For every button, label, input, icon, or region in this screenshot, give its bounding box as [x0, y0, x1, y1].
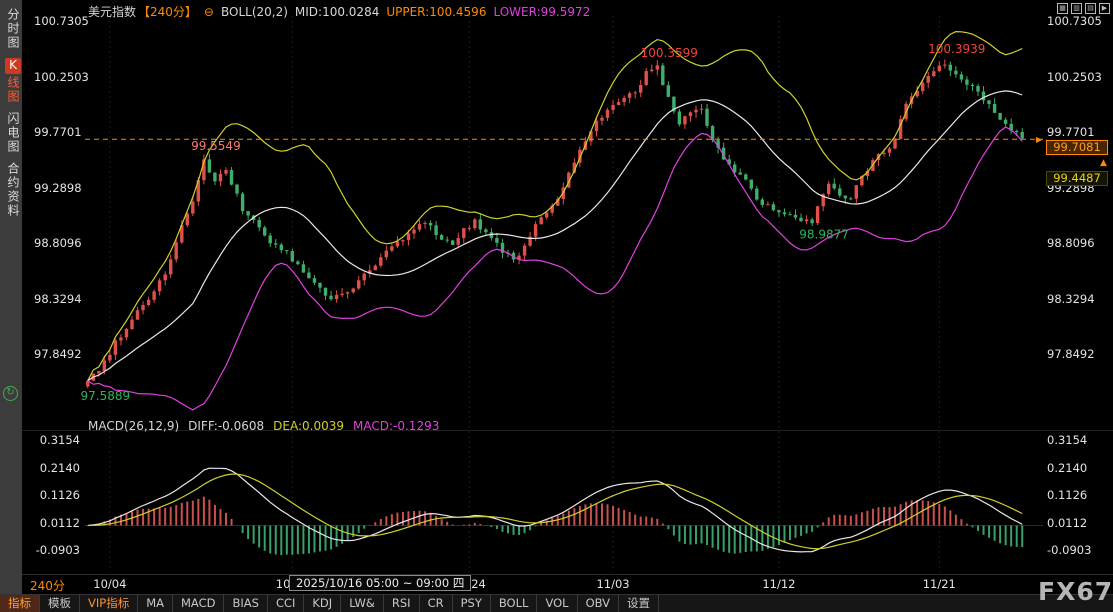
macd-label: MACD(26,12,9) [88, 419, 179, 433]
next-chart-icon[interactable]: ▶ [1099, 3, 1110, 14]
toolbar-item-BIAS[interactable]: BIAS [224, 595, 267, 612]
price-annotation: 97.5889 [80, 389, 130, 403]
candle-tooltip: 2025/10/16 05:00 ~ 09:00 四 [289, 575, 471, 591]
period-selector[interactable]: 240分 [30, 577, 65, 594]
sidebar-tab-合约资料[interactable]: 合约资料 [0, 162, 22, 218]
last-price-tag: 99.7081 [1046, 140, 1108, 155]
sidebar-tab-分时图[interactable]: 分时图 [0, 8, 22, 50]
last-price-pointer-icon: ▶ [1036, 135, 1042, 144]
price-annotation: 98.9877 [799, 227, 849, 241]
macd-macd-value: MACD:-0.1293 [353, 419, 439, 433]
macd-dea-value: DEA:0.0039 [273, 419, 344, 433]
toolbar-item-设置[interactable]: 设置 [619, 595, 659, 612]
sidebar-tabs: 分时图 K线图闪电图合约资料 [0, 8, 22, 218]
toolbar-item-RSI[interactable]: RSI [384, 595, 420, 612]
horizontal-split-icon[interactable]: ▤ [1085, 3, 1096, 14]
price-annotation: 99.5549 [191, 139, 241, 153]
toolbar-item-CR[interactable]: CR [420, 595, 453, 612]
boll-lower-value: LOWER:99.5972 [493, 5, 590, 19]
toolbar-item-CCI[interactable]: CCI [268, 595, 304, 612]
boll-mid-value: MID:100.0284 [295, 5, 379, 19]
chart-type-sidebar: 分时图 K线图闪电图合约资料 ↻ [0, 0, 22, 594]
sidebar-tab-闪电图[interactable]: 闪电图 [0, 112, 22, 154]
toolbar-item-BOLL[interactable]: BOLL [491, 595, 538, 612]
macd-header: MACD(26,12,9) DIFF:-0.0608 DEA:0.0039 MA… [88, 419, 439, 433]
watermark: FX678 [1038, 577, 1113, 606]
toolbar-item-指标[interactable]: 指标 [0, 595, 40, 612]
trading-chart-window: 97.5889 99.5549 100.3599 98.9877 100.3939 10… [0, 0, 1113, 612]
boll-upper-value: UPPER:100.4596 [386, 5, 486, 19]
price-annotation: 100.3939 [928, 42, 985, 56]
price-annotation: 100.3599 [641, 46, 698, 60]
k-line-badge: K [5, 58, 21, 74]
toolbar-item-VOL[interactable]: VOL [537, 595, 577, 612]
toolbar-item-OBV[interactable]: OBV [578, 595, 619, 612]
tick-direction-icon: ▲ [1100, 158, 1107, 168]
toolbar-item-模板[interactable]: 模板 [40, 595, 80, 612]
tile-windows-icon[interactable]: ▦ [1057, 3, 1068, 14]
candlestick-chart-canvas[interactable]: 97.5889 99.5549 100.3599 98.9877 100.3939 [0, 0, 1113, 612]
macd-diff-value: DIFF:-0.0608 [188, 419, 264, 433]
toolbar-item-MACD[interactable]: MACD [173, 595, 224, 612]
window-controls: ▦▥▤▶ [1057, 3, 1110, 14]
secondary-price-tag: 99.4487 [1046, 171, 1108, 186]
toolbar-item-LW&[interactable]: LW& [341, 595, 384, 612]
vertical-split-icon[interactable]: ▥ [1071, 3, 1082, 14]
toolbar-item-VIP指标[interactable]: VIP指标 [80, 595, 138, 612]
toolbar-item-PSY[interactable]: PSY [453, 595, 491, 612]
chart-header: 美元指数 【240分】 ⊖ BOLL(20,2) MID:100.0284 UP… [88, 3, 590, 20]
toolbar-item-MA[interactable]: MA [138, 595, 173, 612]
period-tag: 【240分】 [138, 3, 197, 20]
refresh-icon[interactable]: ↻ [3, 386, 18, 401]
boll-label: BOLL(20,2) [221, 5, 288, 19]
sidebar-tab-K线图[interactable]: K线图 [0, 58, 22, 104]
indicator-toolbar: 指标模板VIP指标MAMACDBIASCCIKDJLW&RSICRPSYBOLL… [0, 594, 1113, 612]
instrument-title: 美元指数 [88, 3, 136, 20]
toolbar-item-KDJ[interactable]: KDJ [304, 595, 341, 612]
collapse-indicator-icon[interactable]: ⊖ [204, 5, 214, 19]
